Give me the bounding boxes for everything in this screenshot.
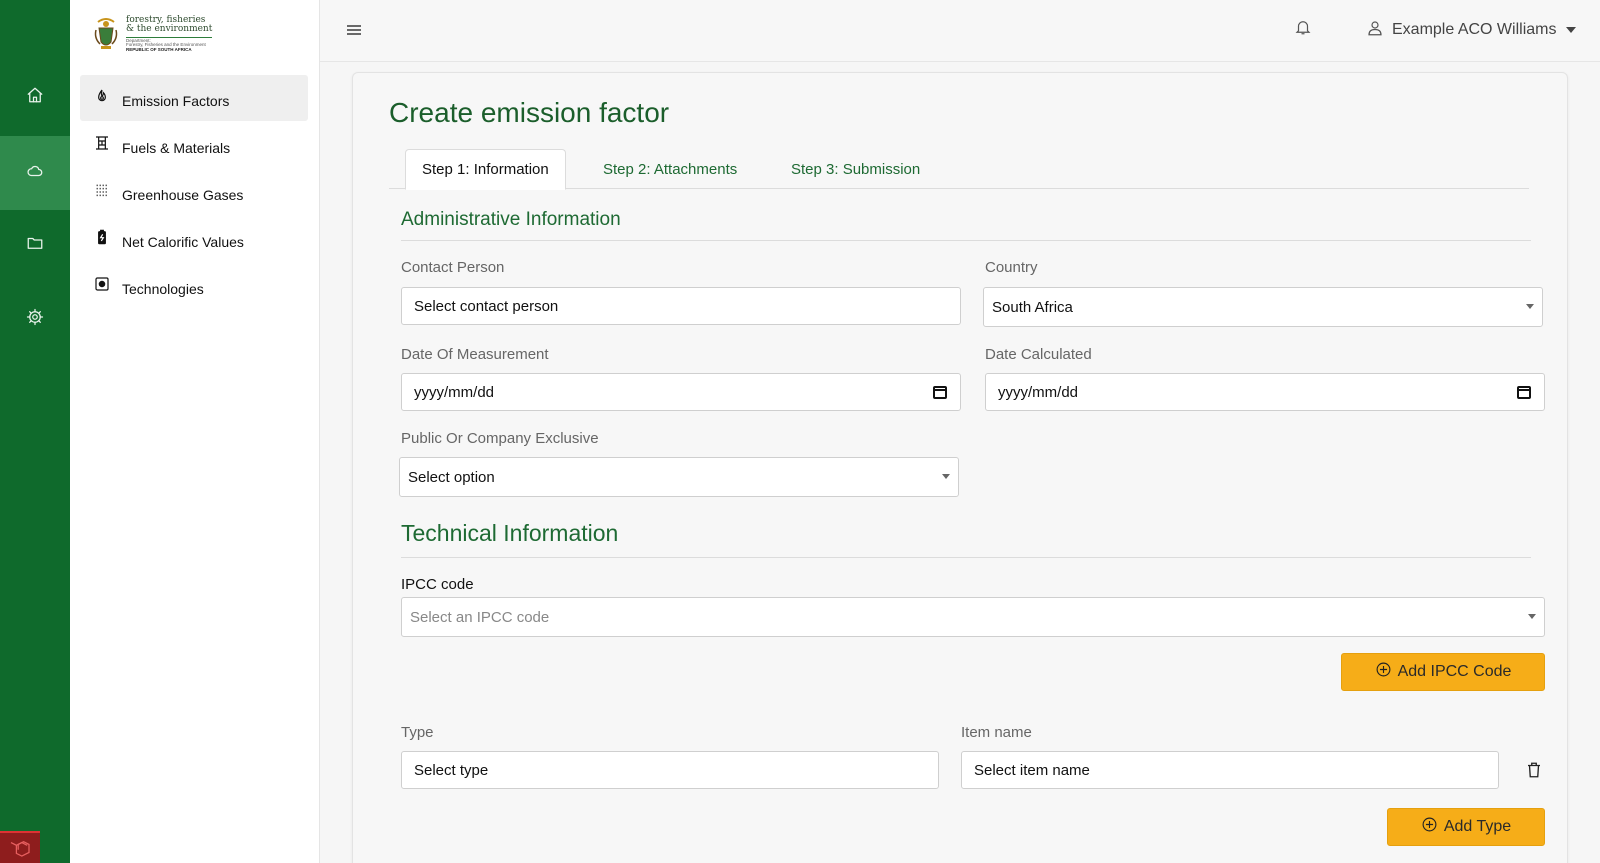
chevron-down-icon bbox=[1528, 614, 1536, 619]
sidebar-item-label: Emission Factors bbox=[122, 93, 230, 109]
date-measurement-value: yyyy/mm/dd bbox=[414, 383, 495, 401]
fuel-icon bbox=[94, 135, 122, 156]
date-measurement-label: Date Of Measurement bbox=[401, 346, 549, 363]
rail-emissions[interactable] bbox=[0, 136, 70, 210]
public-company-value: Select option bbox=[408, 468, 495, 486]
item-name-select[interactable]: Select item name bbox=[961, 751, 1499, 789]
framework-logo bbox=[0, 831, 40, 863]
add-ipcc-code-label: Add IPCC Code bbox=[1397, 663, 1512, 680]
rail-home[interactable] bbox=[0, 60, 70, 134]
sidebar-item-technologies[interactable]: Technologies bbox=[80, 263, 308, 309]
type-label: Type bbox=[401, 724, 434, 741]
chevron-down-icon bbox=[942, 474, 950, 479]
add-type-button[interactable]: Add Type bbox=[1387, 808, 1545, 846]
app-rail bbox=[0, 0, 70, 863]
add-ipcc-code-button[interactable]: Add IPCC Code bbox=[1341, 653, 1545, 691]
user-icon bbox=[1366, 19, 1384, 42]
brand-line-2: & the environment bbox=[126, 23, 213, 34]
public-company-select[interactable]: Select option bbox=[399, 457, 959, 497]
calendar-icon[interactable] bbox=[932, 384, 948, 400]
contact-person-label: Contact Person bbox=[401, 259, 505, 276]
admin-section-title: Administrative Information bbox=[401, 209, 621, 230]
delete-type-button[interactable] bbox=[1525, 761, 1545, 781]
ipcc-code-label: IPCC code bbox=[401, 576, 474, 593]
admin-section-divider bbox=[401, 240, 1531, 241]
date-calculated-label: Date Calculated bbox=[985, 346, 1092, 363]
rail-files[interactable] bbox=[0, 208, 70, 282]
technical-section-divider bbox=[401, 557, 1531, 558]
sidebar-item-fuels-materials[interactable]: Fuels & Materials bbox=[80, 122, 308, 168]
public-company-label: Public Or Company Exclusive bbox=[401, 430, 599, 447]
rail-settings[interactable] bbox=[0, 282, 70, 356]
top-bar: Example ACO Williams bbox=[320, 0, 1600, 62]
item-name-value: Select item name bbox=[974, 761, 1090, 779]
type-value: Select type bbox=[414, 761, 489, 779]
plus-circle-icon bbox=[1375, 661, 1392, 683]
country-label: Country bbox=[985, 259, 1038, 276]
sidebar-item-greenhouse-gases[interactable]: Greenhouse Gases bbox=[80, 169, 308, 215]
sidebar: forestry, fisheries & the environment De… bbox=[70, 0, 320, 863]
trash-icon bbox=[1525, 762, 1543, 783]
add-type-label: Add Type bbox=[1443, 818, 1512, 835]
sidebar-item-emission-factors[interactable]: Emission Factors bbox=[80, 75, 308, 121]
chevron-down-icon bbox=[1526, 304, 1534, 309]
folder-icon bbox=[26, 234, 44, 257]
flame-icon bbox=[94, 88, 122, 109]
ipcc-code-select[interactable]: Select an IPCC code bbox=[401, 597, 1545, 637]
tab-step-1-information[interactable]: Step 1: Information bbox=[405, 149, 566, 190]
type-select[interactable]: Select type bbox=[401, 751, 939, 789]
technical-section-title: Technical Information bbox=[401, 520, 619, 546]
gear-icon bbox=[26, 308, 44, 331]
item-name-label: Item name bbox=[961, 724, 1032, 741]
bell-icon bbox=[1294, 21, 1312, 40]
home-icon bbox=[26, 86, 44, 109]
sidebar-item-label: Net Calorific Values bbox=[122, 234, 244, 250]
contact-person-select[interactable]: Select contact person bbox=[401, 287, 961, 325]
tab-step-2-attachments[interactable]: Step 2: Attachments bbox=[587, 149, 753, 190]
tab-step-3-submission[interactable]: Step 3: Submission bbox=[775, 149, 936, 190]
date-calculated-value: yyyy/mm/dd bbox=[998, 383, 1079, 401]
cloud-icon bbox=[26, 162, 44, 185]
page-title: Create emission factor bbox=[389, 97, 670, 128]
chevron-down-icon bbox=[1566, 27, 1577, 33]
calendar-icon[interactable] bbox=[1516, 384, 1532, 400]
form-card: Create emission factor Step 1: Informati… bbox=[352, 72, 1568, 863]
menu-toggle-button[interactable] bbox=[344, 20, 364, 40]
notifications-button[interactable] bbox=[1294, 18, 1314, 38]
sidebar-item-label: Fuels & Materials bbox=[122, 140, 231, 156]
sidebar-nav: Emission Factors Fuels & Materials Green… bbox=[80, 75, 308, 310]
date-measurement-input[interactable]: yyyy/mm/dd bbox=[401, 373, 961, 411]
department-logo[interactable]: forestry, fisheries & the environment De… bbox=[92, 14, 292, 54]
user-name: Example ACO Williams bbox=[1392, 21, 1557, 38]
coat-of-arms-icon bbox=[94, 18, 118, 49]
contact-person-value: Select contact person bbox=[414, 297, 559, 315]
hamburger-icon bbox=[344, 25, 364, 44]
step-tabs: Step 1: Information Step 2: Attachments … bbox=[389, 149, 1529, 190]
country-value: South Africa bbox=[992, 298, 1073, 316]
plus-circle-icon bbox=[1421, 816, 1438, 838]
sidebar-item-label: Greenhouse Gases bbox=[122, 187, 244, 203]
user-menu[interactable]: Example ACO Williams bbox=[1366, 18, 1577, 42]
ipcc-code-placeholder: Select an IPCC code bbox=[410, 608, 550, 626]
chip-icon bbox=[94, 276, 122, 297]
sidebar-item-net-calorific-values[interactable]: Net Calorific Values bbox=[80, 216, 308, 262]
sidebar-item-label: Technologies bbox=[122, 281, 204, 297]
battery-icon bbox=[94, 229, 122, 250]
brand-line-5: REPUBLIC OF SOUTH AFRICA bbox=[126, 46, 192, 52]
date-calculated-input[interactable]: yyyy/mm/dd bbox=[985, 373, 1545, 411]
grid-dots-icon bbox=[94, 182, 122, 203]
country-select[interactable]: South Africa bbox=[983, 287, 1543, 327]
